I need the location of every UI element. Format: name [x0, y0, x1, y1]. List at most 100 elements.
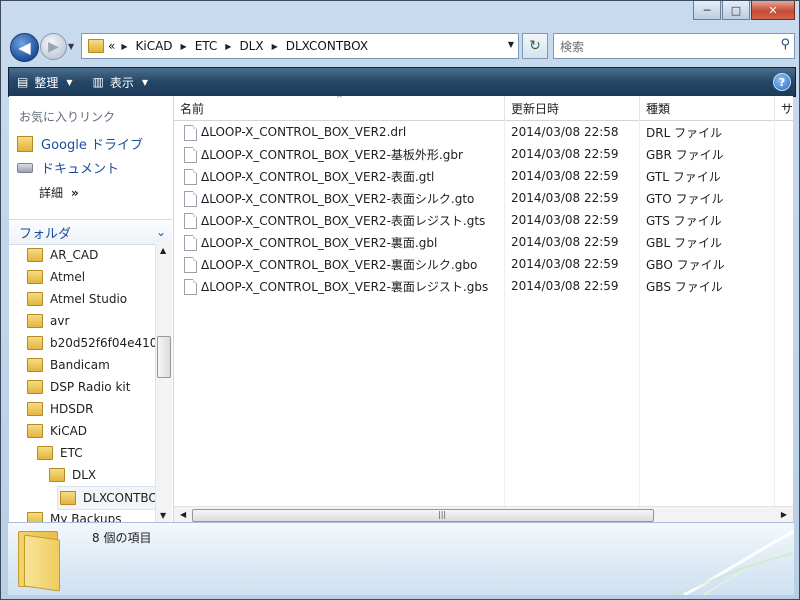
scroll-down-icon[interactable]: ▼: [160, 511, 166, 520]
google-drive-icon: [17, 135, 33, 152]
tree-item-b20d52[interactable]: b20d52f6f04e4101: [27, 332, 155, 354]
column-size[interactable]: サ: [775, 96, 793, 120]
tree-item-bandicam[interactable]: Bandicam: [27, 354, 110, 376]
tree-item-dlx[interactable]: DLX: [49, 464, 96, 486]
chevron-down-icon: ⌄: [155, 225, 166, 239]
organize-label: 整理: [34, 75, 59, 90]
file-row[interactable]: ΔLOOP-X_CONTROL_BOX_VER2-裏面.gbl 2014/03/…: [174, 231, 793, 253]
explorer-window: ─ □ ✕ ◀ ▶ ▼ « ▶ KiCAD ▶ ETC ▶ DLX ▶ DLXC…: [0, 0, 800, 600]
folder-icon: [27, 248, 43, 262]
maximize-button[interactable]: □: [722, 1, 750, 20]
favorite-documents[interactable]: ドキュメント: [17, 158, 119, 177]
column-type[interactable]: 種類: [640, 96, 775, 120]
tree-vertical-scrollbar[interactable]: ▲ ▼: [155, 244, 172, 522]
refresh-button[interactable]: ↻: [522, 33, 548, 59]
tree-item-my-backups[interactable]: My Backups: [27, 508, 122, 522]
folder-icon: [88, 39, 104, 53]
file-row[interactable]: ΔLOOP-X_CONTROL_BOX_VER2-裏面レジスト.gbs 2014…: [174, 275, 793, 297]
more-links-button[interactable]: 詳細 »: [39, 184, 79, 201]
tree-item-ar-cad[interactable]: AR_CAD: [27, 244, 98, 266]
file-date: 2014/03/08 22:59: [511, 279, 619, 293]
column-modified[interactable]: 更新日時: [505, 96, 640, 120]
refresh-icon: ↻: [529, 38, 541, 54]
scroll-left-icon[interactable]: ◀: [180, 510, 186, 519]
organize-button[interactable]: ▤ 整理 ▼: [17, 74, 73, 91]
breadcrumb-kicad[interactable]: KiCAD: [136, 39, 173, 53]
back-button[interactable]: ◀: [10, 33, 39, 62]
breadcrumb-separator-icon[interactable]: ▶: [181, 42, 187, 51]
folder-icon: [60, 491, 76, 505]
forward-button[interactable]: ▶: [40, 33, 67, 60]
tree-item-label: Bandicam: [50, 358, 110, 372]
scroll-right-icon[interactable]: ▶: [781, 510, 787, 519]
file-type: GBL ファイル: [646, 235, 723, 250]
file-name: ΔLOOP-X_CONTROL_BOX_VER2.drl: [201, 125, 407, 139]
file-row[interactable]: ΔLOOP-X_CONTROL_BOX_VER2.drl 2014/03/08 …: [174, 121, 793, 143]
tree-item-etc[interactable]: ETC: [37, 442, 83, 464]
column-name[interactable]: 名前: [174, 96, 505, 120]
file-row[interactable]: ΔLOOP-X_CONTROL_BOX_VER2-基板外形.gbr 2014/0…: [174, 143, 793, 165]
file-type: GBR ファイル: [646, 147, 724, 162]
breadcrumb-dlxcontbox[interactable]: DLXCONTBOX: [286, 39, 368, 53]
address-dropdown-icon[interactable]: ▼: [508, 40, 514, 49]
file-list-horizontal-scrollbar[interactable]: ◀ ||| ▶: [174, 506, 793, 522]
file-name: ΔLOOP-X_CONTROL_BOX_VER2-裏面シルク.gbo: [201, 257, 478, 272]
tree-item-kicad[interactable]: KiCAD: [27, 420, 87, 442]
tree-item-label: AR_CAD: [50, 248, 99, 262]
breadcrumb-dlx[interactable]: DLX: [239, 39, 263, 53]
scroll-up-icon[interactable]: ▲: [160, 246, 166, 255]
file-date: 2014/03/08 22:59: [511, 213, 619, 227]
file-row[interactable]: ΔLOOP-X_CONTROL_BOX_VER2-表面シルク.gto 2014/…: [174, 187, 793, 209]
breadcrumb-etc[interactable]: ETC: [195, 39, 218, 53]
file-row[interactable]: ΔLOOP-X_CONTROL_BOX_VER2-表面.gtl 2014/03/…: [174, 165, 793, 187]
recent-pages-dropdown[interactable]: ▼: [68, 42, 74, 51]
file-icon: [184, 169, 197, 185]
file-type: GTL ファイル: [646, 169, 721, 184]
file-row[interactable]: ΔLOOP-X_CONTROL_BOX_VER2-表面レジスト.gts 2014…: [174, 209, 793, 231]
breadcrumb-separator-icon[interactable]: ▶: [272, 42, 278, 51]
file-type: GTS ファイル: [646, 213, 722, 228]
file-name: ΔLOOP-X_CONTROL_BOX_VER2-裏面レジスト.gbs: [201, 279, 489, 294]
tree-item-label: Atmel Studio: [50, 292, 128, 306]
column-label: 更新日時: [511, 101, 560, 116]
tree-item-label: DLXCONTBOX: [83, 491, 155, 505]
tree-item-hdsdr[interactable]: HDSDR: [27, 398, 93, 420]
file-name: ΔLOOP-X_CONTROL_BOX_VER2-表面レジスト.gts: [201, 213, 486, 228]
folder-icon: [27, 512, 43, 522]
folder-icon: [27, 314, 43, 328]
file-icon: [184, 125, 197, 141]
file-date: 2014/03/08 22:59: [511, 147, 619, 161]
folders-header[interactable]: フォルダ ⌄: [9, 219, 172, 245]
scroll-thumb[interactable]: |||: [192, 509, 654, 522]
file-icon: [184, 279, 197, 295]
navigation-bar: ◀ ▶ ▼ « ▶ KiCAD ▶ ETC ▶ DLX ▶ DLXCONTBOX…: [7, 29, 795, 63]
favorite-google-drive[interactable]: Google ドライブ: [17, 134, 143, 153]
file-icon: [184, 213, 197, 229]
search-input[interactable]: 検索 ⚲: [553, 33, 795, 59]
close-button[interactable]: ✕: [751, 1, 795, 20]
breadcrumb-separator-icon[interactable]: ▶: [121, 42, 127, 51]
tree-item-atmel[interactable]: Atmel: [27, 266, 85, 288]
scroll-thumb[interactable]: [157, 336, 171, 378]
search-icon[interactable]: ⚲: [780, 37, 790, 52]
details-pane: 8 個の項目: [8, 522, 794, 595]
grip-icon: |||: [438, 510, 447, 519]
tree-item-label: My Backups: [50, 512, 122, 522]
tree-item-avr[interactable]: avr: [27, 310, 69, 332]
breadcrumb-overflow[interactable]: «: [108, 39, 115, 53]
tree-item-atmel-studio[interactable]: Atmel Studio: [27, 288, 127, 310]
folder-icon: [27, 358, 43, 372]
documents-icon: [17, 162, 33, 173]
file-row[interactable]: ΔLOOP-X_CONTROL_BOX_VER2-裏面シルク.gbo 2014/…: [174, 253, 793, 275]
address-bar[interactable]: « ▶ KiCAD ▶ ETC ▶ DLX ▶ DLXCONTBOX ▼: [81, 33, 519, 59]
breadcrumb-separator-icon[interactable]: ▶: [225, 42, 231, 51]
folder-icon: [27, 380, 43, 394]
tree-item-dsp-radio-kit[interactable]: DSP Radio kit: [27, 376, 130, 398]
minimize-button[interactable]: ─: [693, 1, 721, 20]
views-button[interactable]: ▥ 表示 ▼: [93, 74, 149, 91]
tree-item-dlxcontbox[interactable]: DLXCONTBOX: [57, 486, 155, 510]
column-header-row: ^ 名前 更新日時 種類 サ: [174, 96, 793, 121]
file-date: 2014/03/08 22:59: [511, 169, 619, 183]
help-button[interactable]: ?: [773, 73, 791, 91]
breadcrumb: « ▶ KiCAD ▶ ETC ▶ DLX ▶ DLXCONTBOX: [108, 39, 368, 53]
